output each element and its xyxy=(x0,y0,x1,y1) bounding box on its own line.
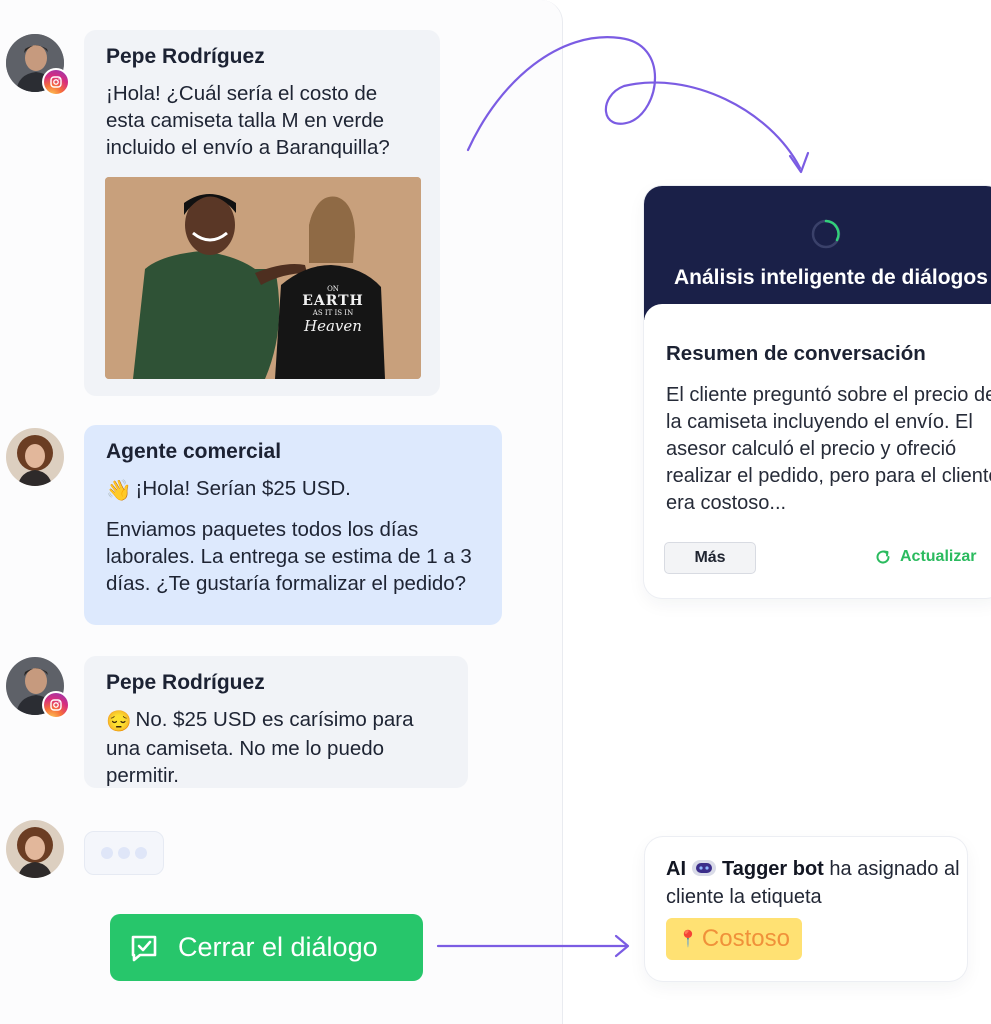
bot-name: Tagger bot xyxy=(722,858,824,880)
agent-avatar-photo xyxy=(6,428,64,486)
typing-dot xyxy=(101,847,113,859)
robot-icon xyxy=(692,860,716,876)
waving-hand-icon: 👋 xyxy=(106,479,132,502)
instagram-icon xyxy=(42,68,70,96)
refresh-icon xyxy=(876,550,890,564)
dialog-analysis-card: Análisis inteligente de diálogos Resumen… xyxy=(644,186,991,598)
card-title: Análisis inteligente de diálogos xyxy=(674,266,988,289)
shirt-print-line1: ON xyxy=(327,285,339,293)
agent-avatar-photo xyxy=(6,820,64,878)
message-bubble-client: Pepe Rodríguez 😔 No. $25 USD es carísimo … xyxy=(84,656,468,788)
message-text: Enviamos paquetes todos los días laboral… xyxy=(106,518,478,595)
avatar-agent xyxy=(6,428,64,486)
tag-notification-card: AI Tagger bot ha asignado al cliente la … xyxy=(645,837,967,981)
ai-prefix: AI xyxy=(666,858,686,880)
instagram-icon xyxy=(42,691,70,719)
close-dialog-label: Cerrar el diálogo xyxy=(178,932,378,962)
avatar-client xyxy=(6,34,70,96)
shirt-print-line4: Heaven xyxy=(304,317,362,335)
typing-dot xyxy=(135,847,147,859)
message-text-line: No. $25 USD es carísimo para una camiset… xyxy=(106,708,420,787)
pensive-face-icon: 😔 xyxy=(106,710,132,733)
avatar-agent xyxy=(6,820,64,878)
card-header: Análisis inteligente de diálogos xyxy=(644,186,991,320)
pin-icon: 📍 xyxy=(678,931,698,948)
shirt-print-line2: EARTH xyxy=(302,293,364,309)
typing-indicator xyxy=(84,831,164,875)
close-dialog-button[interactable]: Cerrar el diálogo xyxy=(110,914,423,981)
loading-spinner-icon xyxy=(811,219,841,249)
card-body: Resumen de conversación El cliente pregu… xyxy=(644,304,991,582)
message-text: 😔 No. $25 USD es carísimo para una camise… xyxy=(106,706,448,789)
avatar-client xyxy=(6,657,70,719)
message-text-line: ¡Hola! Serían $25 USD. xyxy=(135,477,351,500)
tag-badge[interactable]: 📍 Costoso xyxy=(666,918,802,960)
message-sender: Pepe Rodríguez xyxy=(106,45,265,68)
summary-title: Resumen de conversación xyxy=(666,342,926,365)
refresh-button[interactable]: Actualizar xyxy=(874,548,976,566)
chat-check-icon xyxy=(131,935,157,961)
message-sender: Agente comercial xyxy=(106,440,282,463)
summary-text: El cliente preguntó sobre el precio de l… xyxy=(666,384,991,514)
message-text: 👋 ¡Hola! Serían $25 USD. xyxy=(106,475,482,504)
arrowhead xyxy=(614,934,630,958)
message-text: ¡Hola! ¿Cuál sería el costo de esta cami… xyxy=(106,82,390,159)
more-button[interactable]: Más xyxy=(664,542,756,574)
product-photo[interactable]: ON EARTH AS IT IS IN Heaven xyxy=(105,177,421,379)
refresh-label: Actualizar xyxy=(900,548,977,565)
typing-dot xyxy=(118,847,130,859)
message-sender: Pepe Rodríguez xyxy=(106,671,265,694)
tag-message: AI Tagger bot ha asignado al cliente la … xyxy=(666,855,966,911)
tag-label: Costoso xyxy=(701,925,790,952)
message-bubble-agent: Agente comercial 👋 ¡Hola! Serían $25 USD.… xyxy=(84,425,502,625)
arrowhead xyxy=(788,151,810,174)
shirt-print-line3: AS IT IS IN xyxy=(312,309,354,317)
